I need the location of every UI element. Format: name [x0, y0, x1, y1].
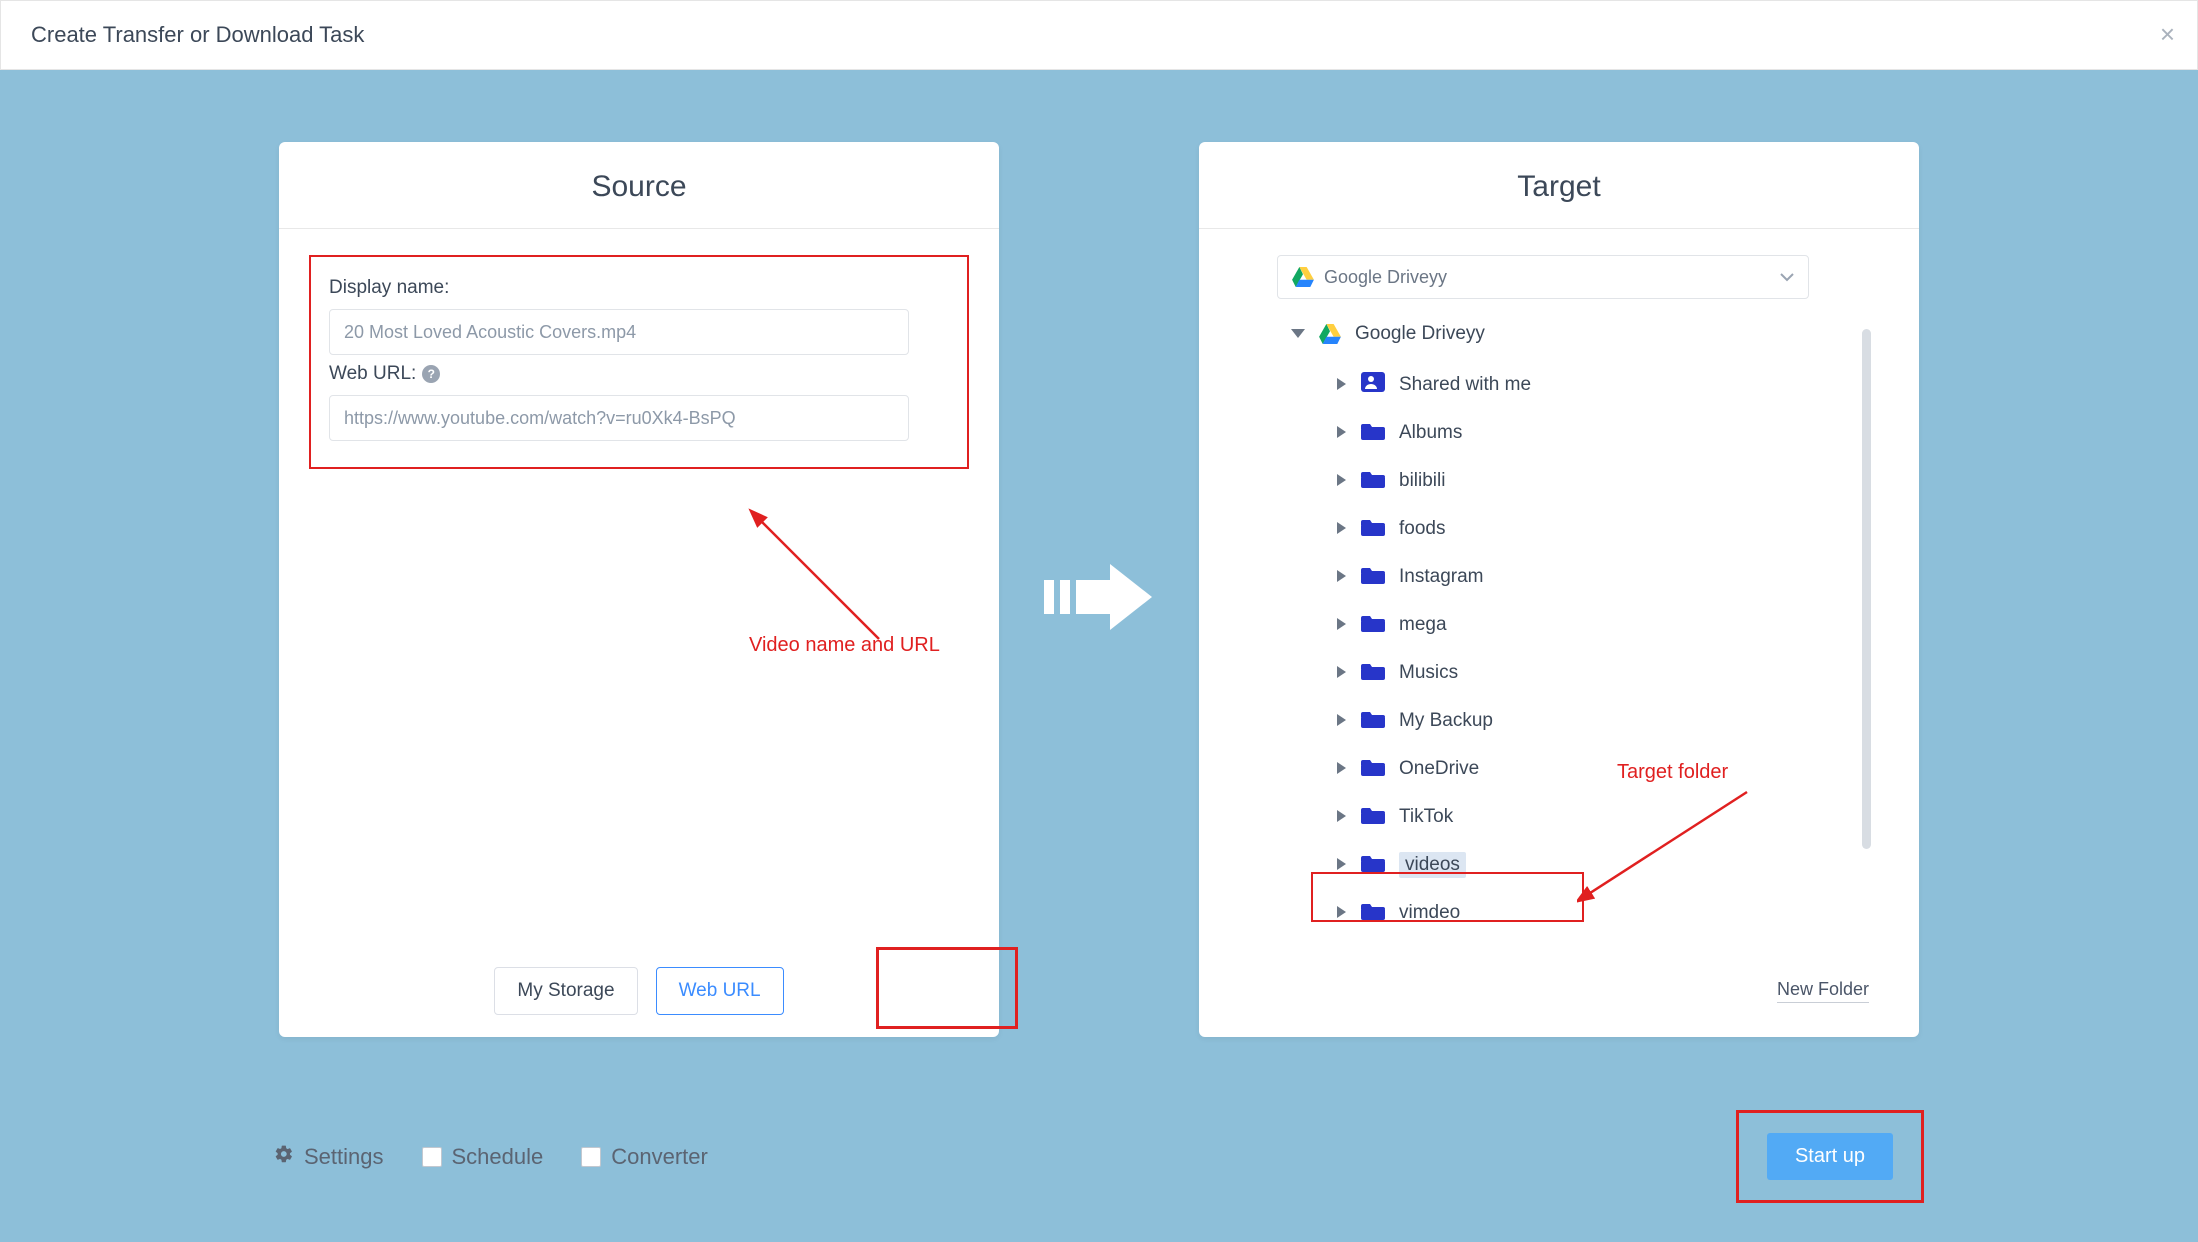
converter-checkbox[interactable] [581, 1147, 601, 1167]
source-title: Source [279, 142, 999, 229]
target-title: Target [1199, 142, 1919, 229]
tree-node-label: vimdeo [1399, 902, 1460, 924]
tree-node[interactable]: Musics [1291, 649, 1852, 697]
tree-node-label: Instagram [1399, 566, 1483, 588]
settings-label: Settings [304, 1144, 384, 1170]
folder-icon [1361, 468, 1385, 494]
annotation-arrow-icon [749, 509, 949, 652]
caret-right-icon [1337, 474, 1347, 489]
tree-node[interactable]: foods [1291, 505, 1852, 553]
startup-highlight-box: Start up [1736, 1110, 1924, 1203]
folder-icon [1361, 420, 1385, 446]
caret-right-icon [1337, 570, 1347, 585]
caret-right-icon [1337, 858, 1347, 873]
tree-node[interactable]: bilibili [1291, 457, 1852, 505]
close-icon[interactable]: × [2160, 19, 2175, 50]
caret-right-icon [1337, 378, 1347, 393]
web-url-label: Web URL: ? [329, 363, 949, 385]
caret-right-icon [1337, 714, 1347, 729]
caret-right-icon [1337, 810, 1347, 825]
scrollbar[interactable] [1862, 329, 1871, 849]
google-drive-icon [1319, 324, 1341, 344]
target-panel: Target Google Driveyy [1199, 142, 1919, 1037]
footer: Settings Schedule Converter Start up [274, 1110, 1924, 1203]
display-name-value: 20 Most Loved Acoustic Covers.mp4 [344, 322, 636, 343]
folder-icon [1361, 660, 1385, 686]
shared-with-me-icon [1361, 372, 1385, 398]
caret-down-icon [1291, 326, 1305, 342]
schedule-label: Schedule [452, 1144, 544, 1170]
tree-node-label: bilibili [1399, 470, 1445, 492]
tree-node[interactable]: Shared with me [1291, 361, 1852, 409]
caret-right-icon [1337, 666, 1347, 681]
transfer-arrow-icon [1044, 562, 1154, 635]
new-folder-button[interactable]: New Folder [1777, 979, 1869, 1003]
tree-root[interactable]: Google Driveyy [1291, 323, 1852, 345]
stage: Source Display name: 20 Most Loved Acous… [0, 70, 2198, 1242]
caret-right-icon [1337, 522, 1347, 537]
schedule-option[interactable]: Schedule [422, 1144, 544, 1170]
tree-node[interactable]: My Backup [1291, 697, 1852, 745]
settings-button[interactable]: Settings [274, 1144, 384, 1170]
web-url-value: https://www.youtube.com/watch?v=ru0Xk4-B… [344, 408, 736, 429]
tree-node-label: My Backup [1399, 710, 1493, 732]
folder-icon [1361, 756, 1385, 782]
display-name-input[interactable]: 20 Most Loved Acoustic Covers.mp4 [329, 309, 909, 355]
tree-node[interactable]: OneDrive [1291, 745, 1852, 793]
tree-node-label: Musics [1399, 662, 1458, 684]
chevron-down-icon [1780, 269, 1794, 285]
drive-select-value: Google Driveyy [1324, 267, 1447, 288]
caret-right-icon [1337, 618, 1347, 633]
caret-right-icon [1337, 426, 1347, 441]
tree-node[interactable]: Instagram [1291, 553, 1852, 601]
source-panel: Source Display name: 20 Most Loved Acous… [279, 142, 999, 1037]
google-drive-icon [1292, 267, 1314, 287]
tree-root-label: Google Driveyy [1355, 323, 1485, 345]
help-icon[interactable]: ? [422, 365, 440, 383]
source-highlight-box: Display name: 20 Most Loved Acoustic Cov… [309, 255, 969, 469]
tree-node-label: OneDrive [1399, 758, 1479, 780]
tree-node-label: Albums [1399, 422, 1462, 444]
folder-icon [1361, 516, 1385, 542]
tree-node-label: Shared with me [1399, 374, 1531, 396]
web-url-input[interactable]: https://www.youtube.com/watch?v=ru0Xk4-B… [329, 395, 909, 441]
annotation-arrow-icon [1577, 787, 1777, 930]
tab-my-storage[interactable]: My Storage [494, 967, 637, 1015]
target-annotation: Target folder [1617, 761, 1728, 784]
folder-icon [1361, 852, 1385, 878]
tree-node-label: mega [1399, 614, 1447, 636]
tree-node-label: videos [1399, 852, 1466, 878]
caret-right-icon [1337, 906, 1347, 921]
gear-icon [274, 1144, 294, 1170]
folder-icon [1361, 804, 1385, 830]
converter-label: Converter [611, 1144, 708, 1170]
converter-option[interactable]: Converter [581, 1144, 708, 1170]
display-name-label: Display name: [329, 277, 949, 299]
folder-icon [1361, 708, 1385, 734]
tree-node[interactable]: mega [1291, 601, 1852, 649]
schedule-checkbox[interactable] [422, 1147, 442, 1167]
dialog-title: Create Transfer or Download Task [31, 22, 364, 48]
caret-right-icon [1337, 762, 1347, 777]
tab-web-url[interactable]: Web URL [656, 967, 784, 1015]
start-up-button[interactable]: Start up [1767, 1133, 1893, 1180]
source-tabs: My Storage Web URL [279, 967, 999, 1015]
tree-node-label: TikTok [1399, 806, 1453, 828]
dialog-header: Create Transfer or Download Task × [0, 0, 2198, 70]
tree-node[interactable]: Albums [1291, 409, 1852, 457]
tree-node-label: foods [1399, 518, 1445, 540]
folder-icon [1361, 900, 1385, 926]
folder-icon [1361, 612, 1385, 638]
source-annotation: Video name and URL [749, 634, 940, 657]
folder-icon [1361, 564, 1385, 590]
drive-select[interactable]: Google Driveyy [1277, 255, 1809, 299]
